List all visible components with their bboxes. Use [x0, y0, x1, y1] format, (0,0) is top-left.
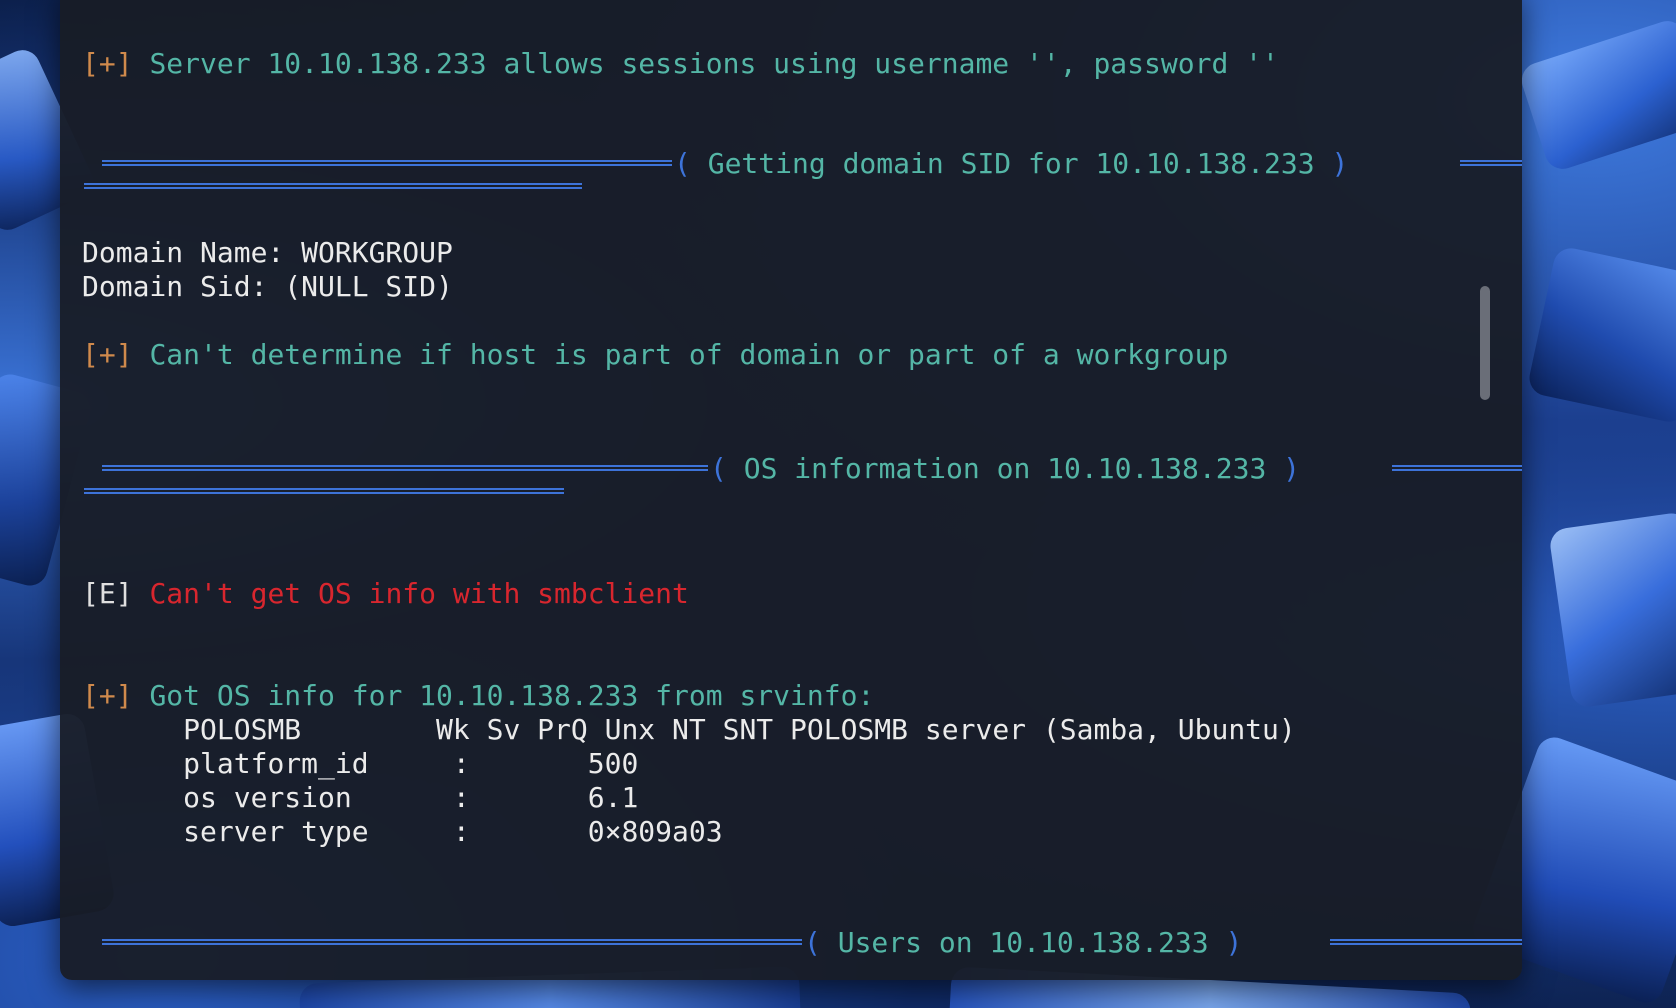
status-tag-error: [E] — [82, 577, 133, 610]
terminal-line-got-os: [+] Got OS info for 10.10.138.233 from s… — [82, 679, 874, 713]
terminal-window[interactable]: [+] Server 10.10.138.233 allows sessions… — [60, 0, 1522, 980]
wallpaper-shape — [1517, 16, 1676, 174]
terminal-scrollbar[interactable] — [1480, 286, 1490, 400]
section-header-os-info: ( OS information on 10.10.138.233 ) — [84, 452, 1522, 494]
srvinfo-line: platform_id : 500 — [82, 747, 639, 780]
section-header-users: ( Users on 10.10.138.233 ) — [102, 926, 1522, 960]
wallpaper-shape — [1526, 245, 1676, 425]
section-divider — [102, 939, 802, 945]
wallpaper-shape — [1548, 511, 1676, 709]
line-text: Got OS info for 10.10.138.233 from srvin… — [149, 679, 875, 712]
domain-sid-line: Domain Sid: (NULL SID) — [82, 270, 453, 303]
section-divider — [102, 465, 708, 471]
srvinfo-line: server type : 0×809a03 — [82, 815, 723, 848]
section-divider — [84, 488, 564, 494]
line-text: Can't determine if host is part of domai… — [149, 338, 1229, 371]
status-tag-plus: [+] — [82, 679, 133, 712]
terminal-line-error: [E] Can't get OS info with smbclient — [82, 577, 689, 611]
section-header-domain-sid: ( Getting domain SID for 10.10.138.233 ) — [84, 147, 1522, 189]
line-text: Can't get OS info with smbclient — [149, 577, 689, 610]
line-text: Server 10.10.138.233 allows sessions usi… — [149, 47, 1279, 80]
domain-name-line: Domain Name: WORKGROUP — [82, 236, 453, 269]
terminal-line-cant-determine: [+] Can't determine if host is part of d… — [82, 338, 1228, 372]
section-divider — [1460, 160, 1522, 166]
status-tag-plus: [+] — [82, 47, 133, 80]
section-title: ( Users on 10.10.138.233 ) — [804, 926, 1243, 959]
section-divider — [1392, 465, 1522, 471]
section-divider — [84, 183, 582, 189]
section-title: ( OS information on 10.10.138.233 ) — [710, 452, 1301, 485]
srvinfo-line: os version : 6.1 — [82, 781, 639, 814]
section-title: ( Getting domain SID for 10.10.138.233 ) — [674, 147, 1349, 180]
terminal-line-server-sessions: [+] Server 10.10.138.233 allows sessions… — [82, 47, 1279, 81]
section-divider — [102, 160, 672, 166]
section-divider — [1330, 939, 1522, 945]
status-tag-plus: [+] — [82, 338, 133, 371]
srvinfo-line: POLOSMB Wk Sv PrQ Unx NT SNT POLOSMB ser… — [82, 713, 1296, 746]
